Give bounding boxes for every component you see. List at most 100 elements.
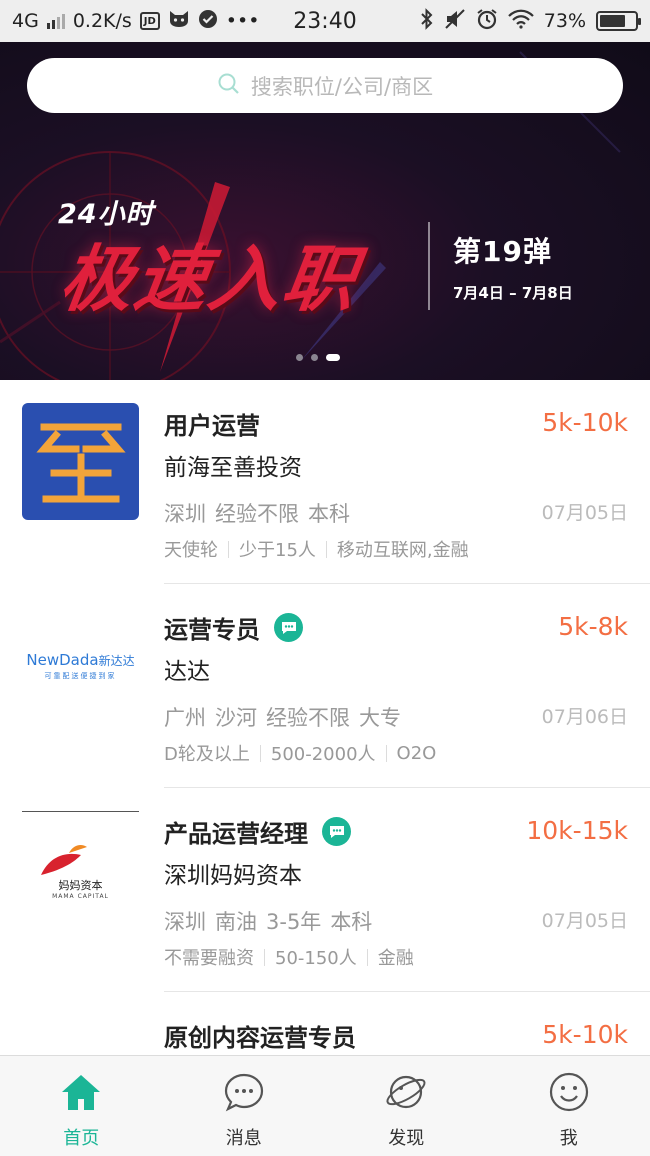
job-requirements: 深圳 经验不限 本科 [164, 498, 350, 528]
search-icon [217, 72, 241, 100]
education: 本科 [308, 502, 350, 526]
search-placeholder: 搜索职位/公司/商区 [250, 74, 434, 99]
newdada-slogan: 可靠配送便捷到家 [44, 671, 117, 680]
company-logo-mama-capital: 妈妈资本 MAMA CAPITAL [22, 811, 139, 928]
bluetooth-icon [420, 7, 434, 35]
salary: 10k-15k [526, 816, 628, 845]
network-type: 4G [12, 10, 39, 32]
wifi-icon [507, 9, 534, 34]
education: 大专 [359, 706, 401, 730]
search-bar[interactable]: 搜索职位/公司/商区 [27, 58, 623, 113]
screen: 4G 0.2K/s JD ••• 23:40 73% 搜索职位/公司/商区 24… [0, 0, 650, 1156]
chat-bubble-icon[interactable] [322, 817, 351, 846]
job-title-row: 用户运营 [164, 406, 260, 441]
job-list: 用户运营 5k-10k 前海至善投资 深圳 经验不限 本科 07月05日 天使轮… [0, 380, 650, 1156]
company-tags: 天使轮 少于15人 移动互联网,金融 [164, 536, 469, 562]
pager-dot-1[interactable] [296, 354, 303, 361]
company-name: 前海至善投资 [164, 455, 302, 481]
education: 本科 [330, 910, 373, 934]
tab-messages[interactable]: 消息 [163, 1056, 326, 1156]
status-bar: 4G 0.2K/s JD ••• 23:40 73% [0, 0, 650, 42]
alarm-icon [476, 8, 498, 35]
experience: 经验不限 [266, 706, 350, 730]
company-size: 500-2000人 [270, 744, 376, 765]
job-title: 运营专员 [164, 616, 260, 644]
banner-dates: 7月4日 – 7月8日 [453, 284, 573, 302]
tag-divider [385, 744, 387, 762]
banner-issue: 第19弹 [453, 235, 552, 268]
company-name: 达达 [164, 659, 210, 685]
job-title: 原创内容运营专员 [164, 1024, 356, 1052]
industry: O2O [396, 742, 437, 764]
status-right: 73% [420, 7, 641, 35]
battery-fill [600, 15, 625, 27]
pager-dot-2[interactable] [311, 354, 318, 361]
city: 深圳 [164, 910, 206, 934]
job-card-operations-specialist[interactable]: NewDada新达达 可靠配送便捷到家 运营专员 5k-8k 达达 广州 沙河 … [0, 584, 650, 788]
check-circle-icon [198, 9, 218, 34]
tag-divider [259, 744, 261, 762]
tab-home[interactable]: 首页 [0, 1056, 163, 1156]
job-requirements: 深圳 南油 3-5年 本科 [164, 906, 372, 936]
job-card-product-operations-manager[interactable]: 妈妈资本 MAMA CAPITAL 产品运营经理 10k-15k 深圳 妈妈资本 … [0, 788, 650, 992]
tag-divider [325, 540, 327, 558]
company-tags: 不需要融资 50-150人 金融 [164, 944, 414, 970]
tag-divider [228, 540, 229, 558]
tab-discover[interactable]: 发现 [325, 1056, 488, 1156]
banner-title: 极速入职 [55, 237, 364, 321]
post-date: 07月05日 [541, 502, 628, 524]
company-logo-newdada: NewDada新达达 可靠配送便捷到家 [22, 607, 139, 724]
city: 深圳 [164, 502, 206, 526]
tab-me[interactable]: 我 [488, 1056, 650, 1156]
experience: 经验不限 [215, 502, 299, 526]
network-speed: 0.2K/s [72, 10, 132, 32]
tab-home-label: 首页 [63, 1128, 100, 1149]
banner-pager [296, 354, 340, 361]
planet-icon [385, 1072, 427, 1116]
tab-discover-label: 发现 [388, 1128, 425, 1149]
zhishan-logo-icon [35, 423, 126, 502]
job-card-user-operations[interactable]: 用户运营 5k-10k 前海至善投资 深圳 经验不限 本科 07月05日 天使轮… [0, 380, 650, 584]
funding-stage: D轮及以上 [164, 744, 250, 765]
job-title-row: 原创内容运营专员 [164, 1018, 356, 1053]
tag-divider [264, 948, 265, 966]
status-left: 4G 0.2K/s JD ••• [12, 9, 420, 34]
funding-stage: 不需要融资 [164, 948, 254, 969]
bottom-tab-bar: 首页 消息 发现 我 [0, 1055, 650, 1156]
company-tags: D轮及以上 500-2000人 O2O [164, 740, 436, 766]
job-requirements: 广州 沙河 经验不限 大专 [164, 702, 401, 732]
chat-bubble-icon[interactable] [274, 613, 303, 642]
job-title-row: 产品运营经理 [164, 814, 351, 849]
salary: 5k-10k [542, 1020, 628, 1049]
post-date: 07月06日 [541, 706, 628, 728]
company-name: 深圳妈妈资本 [164, 863, 302, 889]
job-title: 产品运营经理 [164, 820, 308, 848]
signal-icon [46, 13, 65, 29]
newdada-logo-text: NewDada [26, 650, 99, 669]
post-date: 07月05日 [541, 910, 628, 932]
city: 广州 [164, 706, 206, 730]
industry: 金融 [377, 948, 414, 969]
smiley-face-icon [548, 1072, 590, 1116]
tab-me-label: 我 [559, 1128, 578, 1149]
promo-banner[interactable]: 搜索职位/公司/商区 24小时 极速入职 第19弹 7月4日 – 7月8日 [0, 42, 650, 380]
mama-capital-logo-icon [40, 844, 87, 875]
industry: 移动互联网,金融 [336, 540, 469, 561]
company-size: 50-150人 [275, 948, 357, 969]
district: 沙河 [215, 706, 257, 730]
message-bubble-icon [223, 1072, 265, 1116]
jd-icon: JD [139, 12, 160, 30]
home-icon [60, 1072, 102, 1116]
tab-messages-label: 消息 [225, 1128, 262, 1149]
tag-divider [366, 948, 368, 966]
job-title-row: 运营专员 [164, 610, 303, 645]
company-logo-zhishan [22, 403, 139, 520]
newdada-logo-cn: 新达达 [98, 653, 135, 668]
mama-capital-logo-en: MAMA CAPITAL [52, 892, 109, 900]
pager-dot-3[interactable] [326, 354, 340, 361]
company-size: 少于15人 [239, 540, 316, 561]
funding-stage: 天使轮 [164, 540, 218, 561]
salary: 5k-10k [542, 408, 628, 437]
mute-icon [444, 8, 466, 35]
job-title: 用户运营 [164, 412, 260, 440]
